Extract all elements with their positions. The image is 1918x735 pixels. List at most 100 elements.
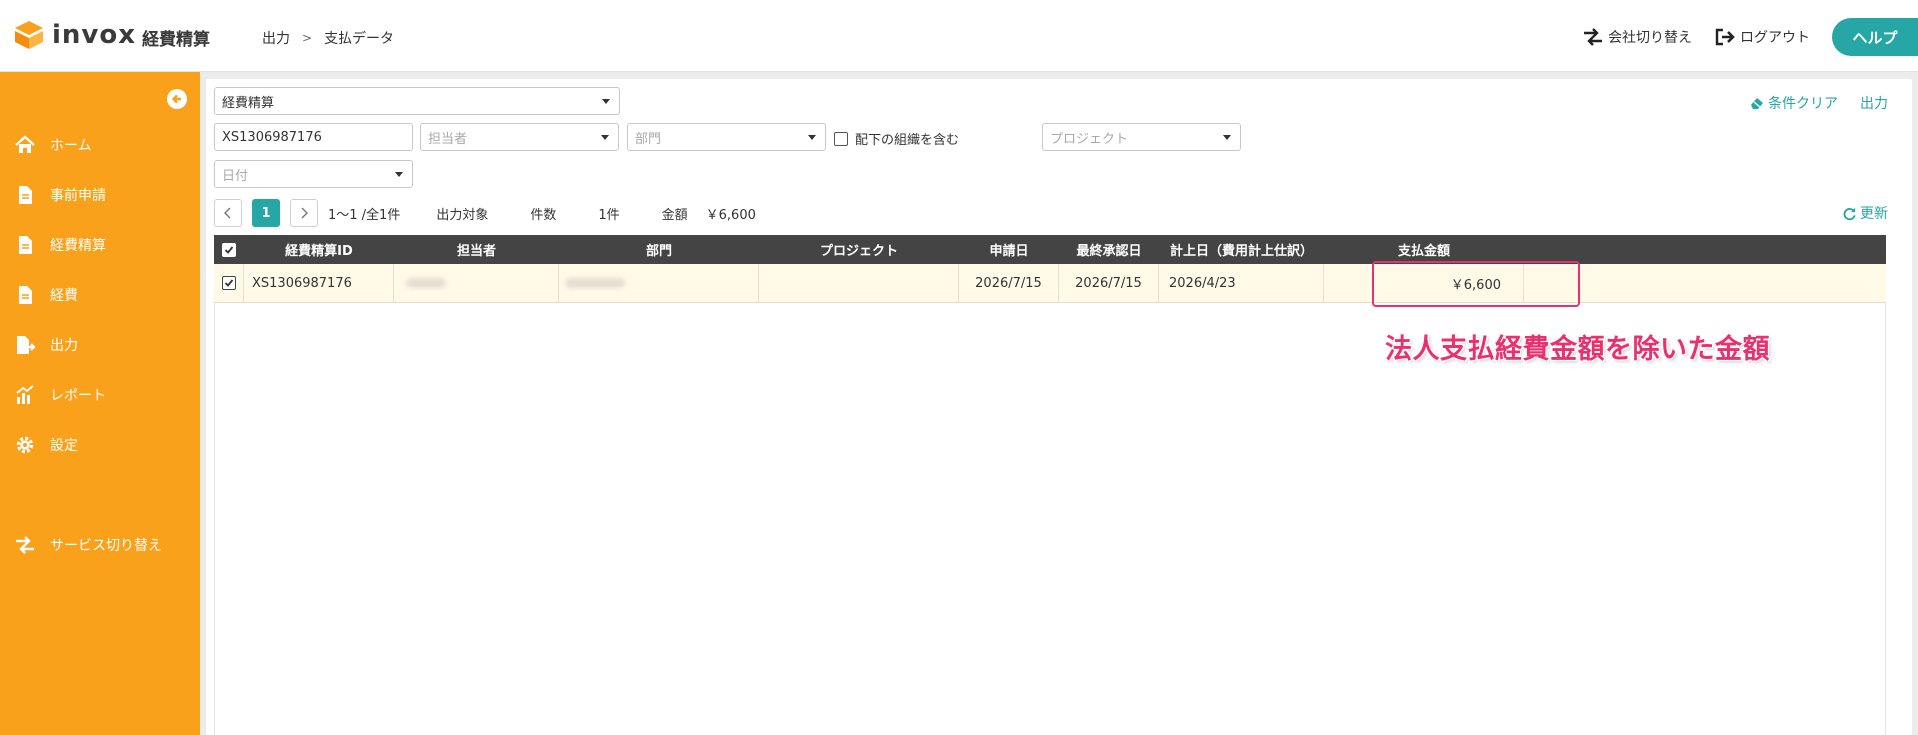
assignee-select[interactable]: 担当者 xyxy=(420,123,619,151)
type-select[interactable]: 経費精算 xyxy=(214,87,620,115)
refresh-link[interactable]: 更新 xyxy=(1842,203,1888,223)
chevron-left-icon xyxy=(224,207,231,219)
column-header[interactable]: プロジェクト xyxy=(759,235,959,264)
product-name: 経費精算 xyxy=(142,29,211,50)
sidebar-item-label: 経費精算 xyxy=(50,238,106,254)
switch-icon xyxy=(1584,28,1602,46)
prev-page-button[interactable] xyxy=(214,199,242,227)
count-label: 件数 xyxy=(530,207,557,223)
export-link[interactable]: 出力 xyxy=(1860,93,1888,113)
switch-icon xyxy=(14,534,36,556)
cell-applied-date: 2026/7/15 xyxy=(959,264,1059,302)
refresh-icon xyxy=(1843,207,1856,220)
brand-name: invox xyxy=(52,20,137,50)
amount-value: ￥6,600 xyxy=(705,207,756,223)
chevron-right-icon: > xyxy=(302,31,313,45)
clear-conditions-link[interactable]: 条件クリア xyxy=(1749,93,1838,113)
cell-expense-id: XS1306987176 xyxy=(244,264,394,302)
payment-data-table: 経費精算ID 担当者 部門 プロジェクト 申請日 最終承認日 計上日（費用計上仕… xyxy=(214,235,1886,303)
header-select-all[interactable] xyxy=(214,235,244,264)
column-header[interactable]: 支払金額 xyxy=(1324,235,1524,264)
main-panel: 経費精算 条件クリア 出力 XS1306987176 担当者 部門 配下の組織を… xyxy=(206,79,1912,735)
column-header[interactable]: 申請日 xyxy=(959,235,1059,264)
logout-icon xyxy=(1715,28,1735,46)
eraser-icon xyxy=(1751,98,1763,109)
sidebar-item-label: 事前申請 xyxy=(50,188,106,204)
chevron-down-icon xyxy=(395,172,403,177)
checkbox-unchecked[interactable] xyxy=(834,131,848,146)
expense-id-value: XS1306987176 xyxy=(222,129,322,145)
checkbox-checked[interactable] xyxy=(222,242,236,257)
amount-highlight-box xyxy=(1372,261,1580,307)
column-header[interactable]: 部門 xyxy=(559,235,759,264)
assignee-placeholder: 担当者 xyxy=(428,131,468,147)
cell-assignee-redacted xyxy=(394,264,559,302)
breadcrumb-item-output[interactable]: 出力 xyxy=(262,28,290,48)
expense-id-input[interactable]: XS1306987176 xyxy=(214,123,413,151)
next-page-button[interactable] xyxy=(290,199,318,227)
sidebar-item-settings[interactable]: 設定 xyxy=(0,420,200,470)
breadcrumb-item-payment-data: 支払データ xyxy=(324,31,395,47)
sidebar-item-label: 出力 xyxy=(50,338,78,354)
document-icon xyxy=(14,184,36,206)
include-sub-org-checkbox[interactable]: 配下の組織を含む xyxy=(834,129,959,148)
row-select[interactable] xyxy=(214,264,244,302)
include-sub-org-label: 配下の組織を含む xyxy=(855,133,960,148)
arrow-left-icon xyxy=(171,94,181,104)
column-header[interactable]: 計上日（費用計上仕訳） xyxy=(1159,235,1324,264)
help-button[interactable]: ヘルプ xyxy=(1832,18,1918,56)
sidebar-item-service-switch[interactable]: サービス切り替え xyxy=(0,520,200,570)
annotation-text: 法人支払経費金額を除いた金額 xyxy=(1385,334,1770,365)
sidebar-item-home[interactable]: ホーム xyxy=(0,120,200,170)
logo-cube-icon xyxy=(12,18,46,52)
logout-label: ログアウト xyxy=(1740,30,1810,46)
sidebar-item-pre-application[interactable]: 事前申請 xyxy=(0,170,200,220)
count-value: 1件 xyxy=(598,207,620,223)
column-header[interactable]: 最終承認日 xyxy=(1059,235,1159,264)
switch-company-link[interactable]: 会社切り替え xyxy=(1582,27,1692,47)
cell-approved-date: 2026/7/15 xyxy=(1059,264,1159,302)
sidebar-item-expense[interactable]: 経費 xyxy=(0,270,200,320)
sidebar-item-label: 設定 xyxy=(50,438,78,454)
sidebar-item-label: 経費 xyxy=(50,288,78,304)
checkbox-checked[interactable] xyxy=(221,276,236,290)
chart-icon xyxy=(14,384,36,406)
page-range-text: 1〜1 /全1件 xyxy=(328,207,401,223)
clear-conditions-label: 条件クリア xyxy=(1768,96,1838,112)
column-header[interactable]: 担当者 xyxy=(394,235,559,264)
project-placeholder: プロジェクト xyxy=(1050,131,1129,147)
export-icon xyxy=(14,334,36,356)
refresh-label: 更新 xyxy=(1860,206,1888,222)
sidebar-item-label: サービス切り替え xyxy=(50,538,162,554)
date-placeholder: 日付 xyxy=(222,168,249,184)
cell-department-redacted xyxy=(559,264,759,302)
chevron-down-icon xyxy=(1223,135,1231,140)
department-select[interactable]: 部門 xyxy=(627,123,826,151)
cell-booked-date: 2026/4/23 xyxy=(1159,264,1324,302)
table-empty-area xyxy=(214,303,1886,735)
date-select[interactable]: 日付 xyxy=(214,160,413,188)
chevron-down-icon xyxy=(808,135,816,140)
sidebar-item-output[interactable]: 出力 xyxy=(0,320,200,370)
sidebar-item-report[interactable]: レポート xyxy=(0,370,200,420)
table-row[interactable]: XS1306987176 2026/7/15 2026/7/15 2026/4/… xyxy=(214,264,1886,303)
chevron-down-icon xyxy=(602,99,610,104)
type-select-value: 経費精算 xyxy=(222,95,275,111)
amount-label: 金額 xyxy=(661,207,688,223)
department-placeholder: 部門 xyxy=(635,131,662,147)
table-header: 経費精算ID 担当者 部門 プロジェクト 申請日 最終承認日 計上日（費用計上仕… xyxy=(214,235,1886,264)
document-icon xyxy=(14,234,36,256)
chevron-right-icon xyxy=(301,207,308,219)
sidebar-item-expense-settlement[interactable]: 経費精算 xyxy=(0,220,200,270)
sidebar-nav: ホーム 事前申請 経費精算 経費 出力 レポート 設定 サービス切り替え xyxy=(0,120,200,570)
home-icon xyxy=(14,134,36,156)
project-select[interactable]: プロジェクト xyxy=(1042,123,1241,151)
gear-icon xyxy=(14,434,36,456)
document-icon xyxy=(14,284,36,306)
column-header[interactable]: 経費精算ID xyxy=(244,235,394,264)
logout-link[interactable]: ログアウト xyxy=(1714,27,1810,47)
page-button-current[interactable]: 1 xyxy=(252,199,280,227)
app-logo[interactable]: invox 経費精算 xyxy=(12,18,210,52)
collapse-sidebar-button[interactable] xyxy=(167,89,187,109)
pagination: 1 1〜1 /全1件 出力対象 件数 1件 金額 ￥6,600 xyxy=(214,199,756,227)
